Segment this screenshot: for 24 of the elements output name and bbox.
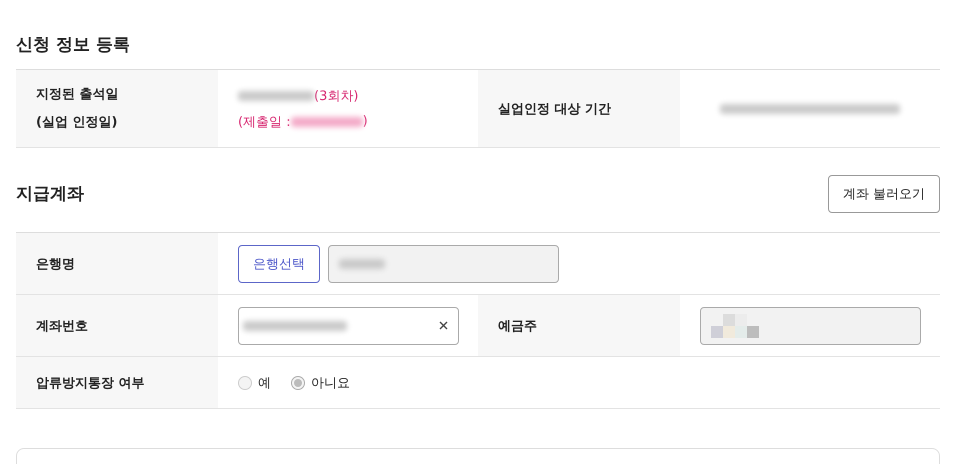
field-label: 지정된 출석일: [36, 86, 119, 104]
field-label: 계좌번호: [36, 318, 88, 334]
closing-paren: ): [362, 114, 368, 129]
field-label: 예금주: [498, 318, 537, 334]
load-account-button[interactable]: 계좌 불러오기: [828, 175, 940, 213]
radio-button[interactable]: [291, 376, 305, 390]
bank-select-button[interactable]: 은행선택: [238, 244, 320, 282]
option-label[interactable]: 예: [258, 374, 271, 392]
field-label: 압류방지통장 여부: [36, 374, 145, 392]
submission-label: (제출일 :: [238, 114, 291, 130]
bank-name-field[interactable]: [328, 244, 559, 282]
section-title: 지급계좌: [16, 183, 84, 206]
redacted-text: [339, 258, 385, 268]
account-number-field[interactable]: [238, 306, 459, 344]
option-label[interactable]: 아니요: [311, 374, 350, 392]
clear-icon[interactable]: [439, 321, 448, 330]
field-label: 실업인정 대상 기간: [498, 100, 612, 118]
field-label: (실업 인정일): [36, 114, 118, 132]
account-holder-field[interactable]: [700, 306, 921, 344]
section-title: 신청 정보 등록: [16, 34, 130, 57]
field-label: 은행명: [36, 256, 75, 272]
radio-button[interactable]: [238, 376, 252, 390]
round-text: (3회차): [314, 88, 358, 104]
redacted-text: [711, 314, 759, 338]
